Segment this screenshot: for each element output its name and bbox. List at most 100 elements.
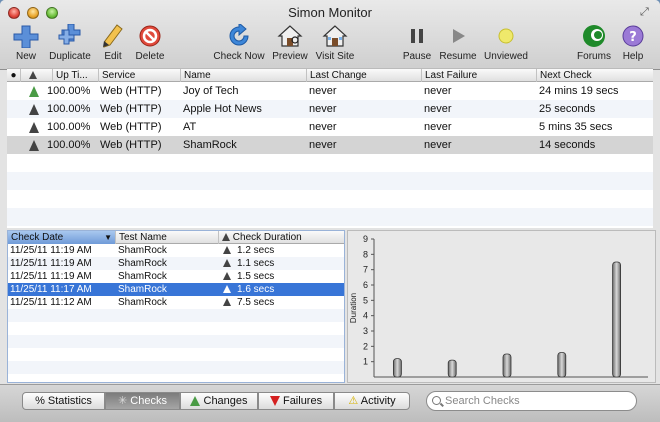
forums-button[interactable]: Forums bbox=[576, 24, 612, 66]
monitor-last-change: never bbox=[309, 103, 337, 115]
status-icon bbox=[29, 100, 39, 118]
status-icon bbox=[222, 233, 230, 242]
check-duration: 7.5 secs bbox=[237, 297, 275, 308]
y-tick-label: 5 bbox=[363, 295, 368, 305]
check-test-name: ShamRock bbox=[118, 245, 167, 256]
titlebar: Simon Monitor ⤢ New Duplicate Edit Delet… bbox=[0, 0, 660, 70]
forums-icon bbox=[583, 25, 605, 47]
monitor-service: Web (HTTP) bbox=[100, 85, 162, 97]
monitor-name: AT bbox=[183, 121, 197, 133]
duration-bar[interactable] bbox=[557, 352, 567, 378]
check-duration: 1.1 secs bbox=[237, 258, 275, 269]
duration-bar[interactable] bbox=[447, 359, 457, 378]
monitor-next-check: 5 mins 35 secs bbox=[539, 121, 613, 133]
y-tick-label: 3 bbox=[363, 326, 368, 336]
check-duration: 1.2 secs bbox=[237, 245, 275, 256]
monitor-row-selected[interactable]: 100.00% Web (HTTP) ShamRock never never … bbox=[7, 136, 653, 154]
check-test-name: ShamRock bbox=[118, 284, 167, 295]
fullscreen-icon[interactable]: ⤢ bbox=[640, 6, 652, 18]
check-date: 11/25/11 11:19 AM bbox=[10, 245, 92, 256]
spinner-icon: ✳ bbox=[118, 395, 128, 407]
status-icon bbox=[223, 244, 231, 257]
monitor-uptime: 100.00% bbox=[47, 103, 91, 115]
monitor-service: Web (HTTP) bbox=[100, 139, 162, 151]
resume-button[interactable]: Resume bbox=[438, 24, 478, 66]
empty-row bbox=[8, 335, 344, 348]
bottom-toolbar: % Statistics ✳ Checks Changes Failures ⚠… bbox=[0, 384, 660, 422]
search-icon bbox=[432, 396, 441, 405]
check-row-selected[interactable]: 11/25/11 11:17 AM ShamRock 1.6 secs bbox=[8, 283, 344, 296]
plus-icon bbox=[13, 25, 39, 48]
monitor-last-change: never bbox=[309, 121, 337, 133]
empty-row bbox=[7, 172, 653, 190]
duration-chart-svg: 1 2 3 4 5 6 7 8 9 Duration bbox=[349, 234, 648, 378]
status-icon bbox=[223, 296, 231, 309]
column-last-failure[interactable]: Last Failure bbox=[422, 69, 537, 82]
check-duration: 1.5 secs bbox=[237, 271, 275, 282]
house-preview-icon bbox=[277, 25, 303, 47]
delete-button[interactable]: Delete bbox=[132, 24, 168, 66]
green-triangle-icon bbox=[190, 396, 201, 407]
duration-bar[interactable] bbox=[502, 353, 512, 378]
unviewed-button[interactable]: Unviewed bbox=[482, 24, 530, 66]
check-now-button[interactable]: Check Now bbox=[212, 24, 266, 66]
status-icon bbox=[29, 136, 39, 154]
visit-site-button[interactable]: Visit Site bbox=[314, 24, 356, 66]
check-date: 11/25/11 11:19 AM bbox=[10, 258, 92, 269]
duplicate-button[interactable]: Duplicate bbox=[46, 24, 94, 66]
monitor-last-change: never bbox=[309, 139, 337, 151]
monitor-name: Apple Hot News bbox=[183, 103, 262, 115]
column-name[interactable]: Name bbox=[181, 69, 307, 82]
pause-button[interactable]: Pause bbox=[402, 24, 432, 66]
check-test-name: ShamRock bbox=[118, 258, 167, 269]
monitor-last-failure: never bbox=[424, 85, 452, 97]
monitor-next-check: 24 mins 19 secs bbox=[539, 85, 619, 97]
column-next-check[interactable]: Next Check bbox=[537, 69, 653, 82]
refresh-icon bbox=[229, 24, 249, 46]
status-icon bbox=[223, 270, 231, 283]
column-status-dot[interactable]: ● bbox=[7, 69, 21, 82]
tab-checks[interactable]: ✳ Checks bbox=[105, 392, 180, 410]
check-row[interactable]: 11/25/11 11:12 AM ShamRock 7.5 secs bbox=[8, 296, 344, 309]
column-test-name[interactable]: Test Name bbox=[116, 231, 219, 244]
tab-activity[interactable]: ⚠ Activity bbox=[334, 392, 410, 410]
check-date: 11/25/11 11:12 AM bbox=[10, 297, 92, 308]
tab-failures[interactable]: Failures bbox=[258, 392, 334, 410]
check-date: 11/25/11 11:19 AM bbox=[10, 271, 92, 282]
search-checks-input[interactable]: Search Checks bbox=[426, 391, 637, 411]
monitor-service: Web (HTTP) bbox=[100, 103, 162, 115]
status-icon bbox=[29, 118, 39, 136]
empty-row bbox=[8, 361, 344, 374]
column-service[interactable]: Service bbox=[99, 69, 181, 82]
monitor-row[interactable]: 100.00% Web (HTTP) AT never never 5 mins… bbox=[7, 118, 653, 136]
check-row[interactable]: 11/25/11 11:19 AM ShamRock 1.2 secs bbox=[8, 244, 344, 257]
column-last-change[interactable]: Last Change bbox=[307, 69, 422, 82]
column-check-date[interactable]: Check Date ▼ bbox=[8, 231, 116, 244]
column-uptime[interactable]: Up Ti... bbox=[53, 69, 99, 82]
monitor-last-failure: never bbox=[424, 103, 452, 115]
duration-bar[interactable] bbox=[393, 358, 402, 378]
y-tick-label: 4 bbox=[363, 311, 368, 321]
column-check-duration[interactable]: Check Duration bbox=[219, 231, 344, 244]
checks-table-header: Check Date ▼ Test Name Check Duration bbox=[8, 231, 344, 244]
duration-bar[interactable] bbox=[612, 261, 622, 378]
preview-button[interactable]: Preview bbox=[270, 24, 310, 66]
new-button[interactable]: New bbox=[10, 24, 42, 66]
tab-changes[interactable]: Changes bbox=[180, 392, 258, 410]
column-status-icon[interactable] bbox=[21, 69, 53, 82]
check-test-name: ShamRock bbox=[118, 297, 167, 308]
empty-row bbox=[7, 154, 653, 172]
empty-row bbox=[8, 374, 344, 382]
delete-icon bbox=[139, 25, 161, 47]
edit-button[interactable]: Edit bbox=[98, 24, 128, 66]
monitor-row[interactable]: 100.00% Web (HTTP) Apple Hot News never … bbox=[7, 100, 653, 118]
y-tick-label: 2 bbox=[363, 341, 368, 351]
tab-statistics[interactable]: % Statistics bbox=[22, 392, 105, 410]
monitor-table-header: ● Up Ti... Service Name Last Change Last… bbox=[7, 68, 653, 82]
help-button[interactable]: ? Help bbox=[618, 24, 648, 66]
check-row[interactable]: 11/25/11 11:19 AM ShamRock 1.1 secs bbox=[8, 257, 344, 270]
duplicate-icon bbox=[58, 24, 81, 45]
monitor-row[interactable]: 100.00% Web (HTTP) Joy of Tech never nev… bbox=[7, 82, 653, 100]
yellow-dot-icon bbox=[498, 28, 514, 44]
check-row[interactable]: 11/25/11 11:19 AM ShamRock 1.5 secs bbox=[8, 270, 344, 283]
